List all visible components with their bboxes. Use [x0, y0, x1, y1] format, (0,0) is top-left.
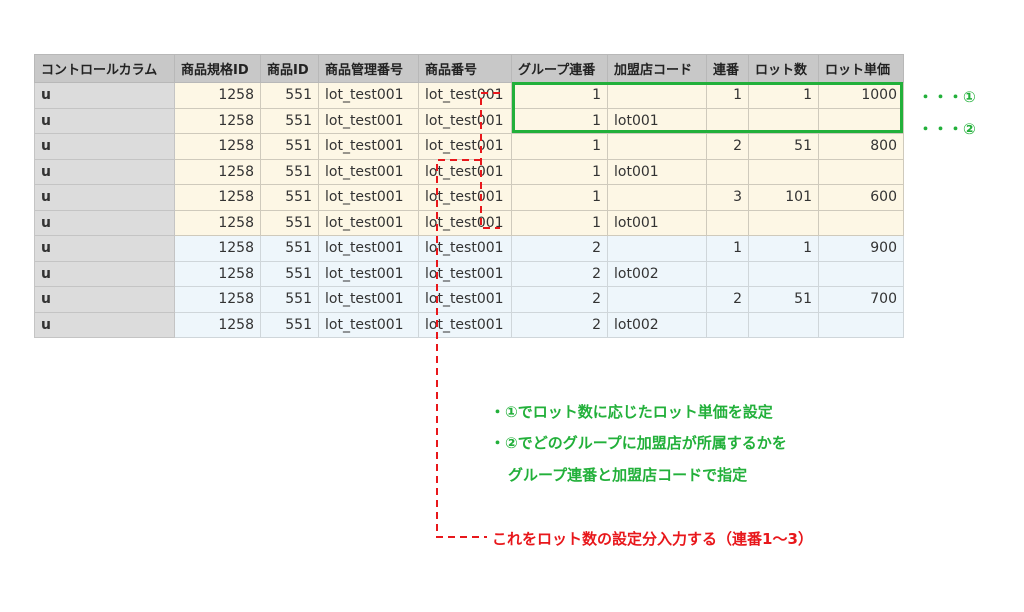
bracket-lines	[436, 92, 500, 538]
connector-line	[436, 159, 487, 538]
inner-bracket	[480, 92, 500, 229]
